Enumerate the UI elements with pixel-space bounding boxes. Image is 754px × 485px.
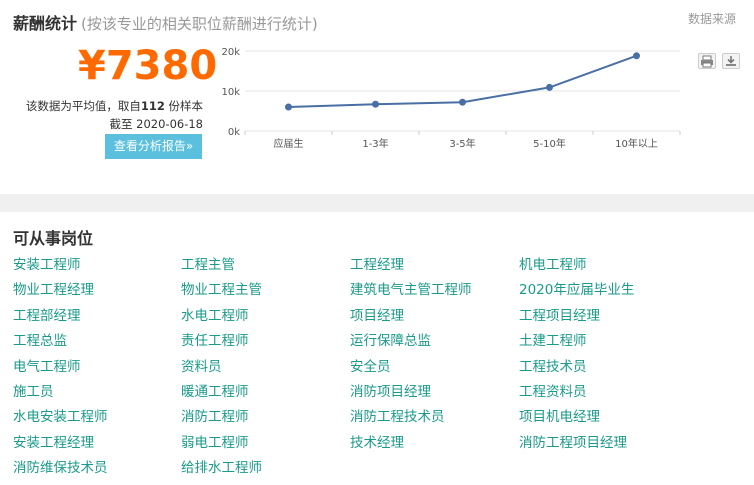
job-link[interactable]: 工程技术员: [519, 358, 587, 376]
job-link[interactable]: 工程项目经理: [519, 307, 600, 325]
job-link[interactable]: 建筑电气主管工程师: [350, 281, 472, 299]
job-link[interactable]: 机电工程师: [519, 256, 587, 274]
sample-note-prefix: 该数据为平均值，取自: [25, 99, 141, 113]
salary-line-chart: 0k 10k 20k 应届生 1-3年 3-5年 5-10年 10年以上: [221, 47, 681, 150]
job-link[interactable]: 工程主管: [181, 256, 235, 274]
job-link[interactable]: 消防项目经理: [350, 383, 431, 401]
job-link[interactable]: 暖通工程师: [181, 383, 249, 401]
y-tick-label: 10k: [221, 87, 240, 98]
salary-title-subtitle: (按该专业的相关职位薪酬进行统计): [81, 15, 318, 33]
sample-note: 该数据为平均值，取自112 份样本: [0, 97, 203, 115]
job-link[interactable]: 水电工程师: [181, 307, 249, 325]
y-tick-label: 0k: [228, 127, 240, 138]
data-source-link[interactable]: 数据来源: [688, 10, 736, 27]
job-link[interactable]: 弱电工程师: [181, 434, 249, 452]
job-link[interactable]: 项目机电经理: [519, 408, 600, 426]
job-link[interactable]: 消防维保技术员: [13, 459, 108, 477]
x-tick-label: 应届生: [274, 137, 304, 150]
job-link[interactable]: 项目经理: [350, 307, 404, 325]
job-link[interactable]: 工程部经理: [13, 307, 81, 325]
job-link[interactable]: 工程资料员: [519, 383, 587, 401]
job-link[interactable]: 物业工程主管: [181, 281, 262, 299]
job-link[interactable]: 工程总监: [13, 332, 67, 350]
x-tick-label: 5-10年: [533, 137, 566, 150]
job-link[interactable]: 安装工程经理: [13, 434, 94, 452]
data-point: [285, 103, 292, 111]
job-link[interactable]: 技术经理: [350, 434, 404, 452]
view-report-button[interactable]: 查看分析报告»: [105, 134, 202, 159]
jobs-title: 可从事岗位: [13, 229, 94, 248]
job-link[interactable]: 给排水工程师: [181, 459, 262, 477]
job-link[interactable]: 工程经理: [350, 256, 404, 274]
y-tick-label: 20k: [221, 47, 240, 58]
job-link[interactable]: 电气工程师: [13, 358, 81, 376]
job-link[interactable]: 消防工程项目经理: [519, 434, 627, 452]
job-link[interactable]: 施工员: [13, 383, 54, 401]
average-salary: ¥7380: [78, 43, 218, 89]
print-icon[interactable]: [698, 53, 716, 69]
sample-note-suffix: 份样本: [168, 99, 204, 113]
job-link[interactable]: 水电安装工程师: [13, 408, 108, 426]
x-tick-label: 10年以上: [615, 137, 658, 150]
job-link[interactable]: 物业工程经理: [13, 281, 94, 299]
job-link[interactable]: 消防工程师: [181, 408, 249, 426]
data-point: [546, 83, 553, 91]
job-link[interactable]: 消防工程技术员: [350, 408, 445, 426]
job-link[interactable]: 运行保障总监: [350, 332, 431, 350]
job-link[interactable]: 责任工程师: [181, 332, 249, 350]
job-link[interactable]: 资料员: [181, 358, 222, 376]
data-point: [459, 98, 466, 106]
salary-panel: 薪酬统计 (按该专业的相关职位薪酬进行统计) 数据来源 ¥7380 该数据为平均值…: [0, 0, 754, 194]
salary-title-main: 薪酬统计: [13, 14, 78, 33]
jobs-section: 可从事岗位 安装工程师物业工程经理 工程部经理工程总监电气工程师施工员水电安装工程…: [0, 212, 754, 485]
download-icon[interactable]: [722, 53, 740, 69]
job-link[interactable]: 土建工程师: [519, 332, 587, 350]
as-of-date: 截至 2020-06-18: [109, 117, 204, 131]
sample-count: 112: [140, 99, 165, 113]
job-link[interactable]: 安全员: [350, 358, 391, 376]
job-link[interactable]: 安装工程师: [13, 256, 81, 274]
x-tick-label: 3-5年: [449, 137, 475, 150]
data-point: [372, 100, 379, 108]
job-link[interactable]: 2020年应届毕业生: [519, 281, 634, 299]
salary-title: 薪酬统计 (按该专业的相关职位薪酬进行统计): [13, 10, 318, 34]
data-point: [633, 52, 640, 60]
x-tick-label: 1-3年: [362, 137, 388, 150]
